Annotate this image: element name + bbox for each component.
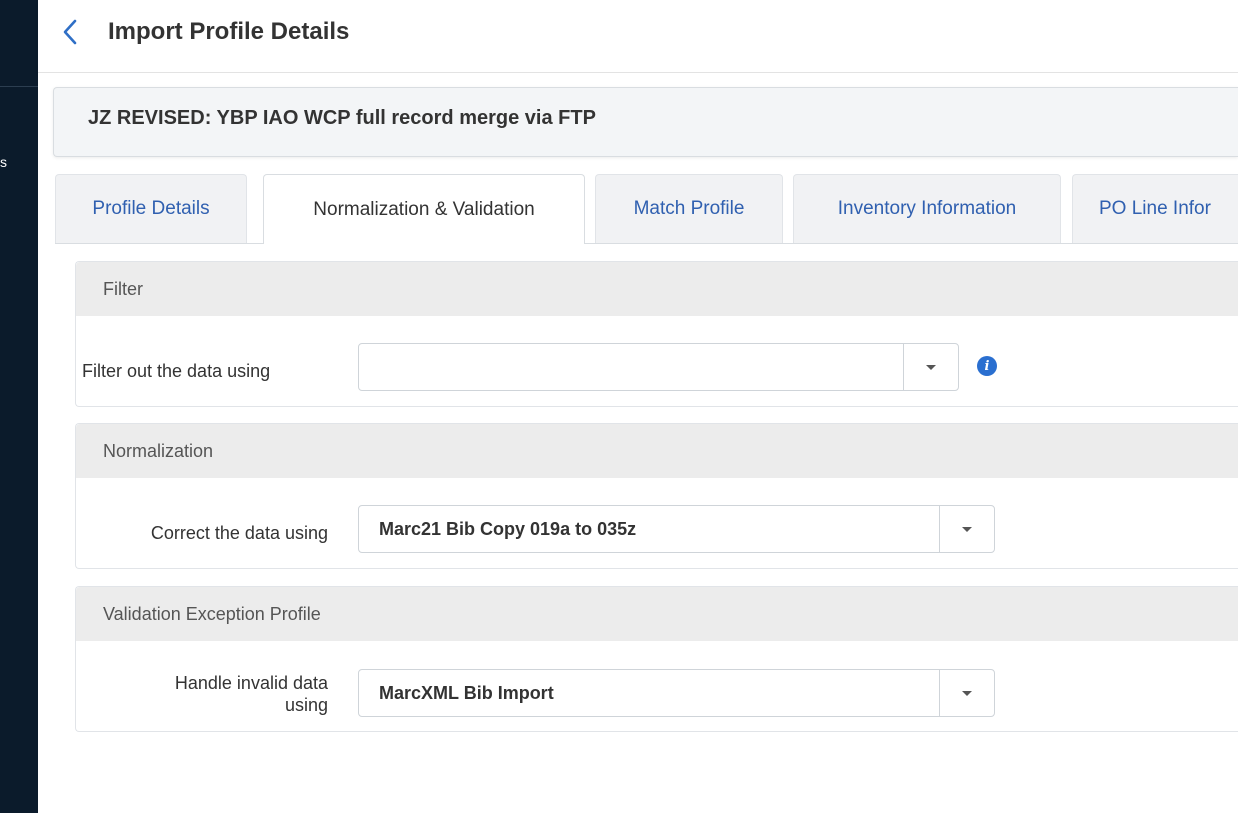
page-title: Import Profile Details	[108, 18, 350, 45]
back-button[interactable]	[56, 14, 84, 50]
chevron-left-icon	[63, 19, 77, 45]
filter-section-title: Filter	[76, 262, 1238, 316]
filter-field-label: Filter out the data using	[82, 361, 271, 381]
validation-section-title: Validation Exception Profile	[76, 587, 1238, 641]
tab-bar: Profile Details Normalization & Validati…	[55, 174, 1238, 244]
profile-header-card: JZ REVISED: YBP IAO WCP full record merg…	[53, 87, 1238, 157]
caret-down-icon	[926, 364, 936, 370]
validation-field-label: Handle invalid data using	[82, 672, 328, 716]
tab-profile-details[interactable]: Profile Details	[55, 174, 247, 243]
validation-field-label-line1: Handle invalid data	[174, 673, 328, 693]
tab-match-profile[interactable]: Match Profile	[595, 174, 783, 243]
validation-select[interactable]: MarcXML Bib Import	[358, 669, 995, 717]
validation-select-toggle[interactable]	[939, 670, 994, 716]
validation-field-label-line2: using	[284, 695, 328, 715]
filter-select[interactable]	[358, 343, 959, 391]
normalization-select[interactable]: Marc21 Bib Copy 019a to 035z	[358, 505, 995, 553]
normalization-select-value: Marc21 Bib Copy 019a to 035z	[379, 519, 637, 539]
caret-down-icon	[962, 690, 972, 696]
rail-label-fragment[interactable]: s	[0, 152, 14, 172]
filter-select-toggle[interactable]	[903, 344, 958, 390]
normalization-select-toggle[interactable]	[939, 506, 994, 552]
tab-normalization-validation[interactable]: Normalization & Validation	[263, 174, 585, 244]
profile-name: JZ REVISED: YBP IAO WCP full record merg…	[88, 107, 596, 129]
tab-po-line-information[interactable]: PO Line Infor	[1072, 174, 1238, 243]
tab-inventory-information[interactable]: Inventory Information	[793, 174, 1061, 243]
caret-down-icon	[962, 526, 972, 532]
normalization-section-title: Normalization	[76, 424, 1238, 478]
left-nav-rail: s	[0, 0, 38, 813]
normalization-field-label: Correct the data using	[150, 523, 328, 543]
validation-select-value: MarcXML Bib Import	[379, 683, 554, 703]
top-bar: Import Profile Details	[38, 0, 1238, 73]
info-icon[interactable]: i	[977, 356, 997, 376]
rail-divider	[0, 86, 38, 87]
